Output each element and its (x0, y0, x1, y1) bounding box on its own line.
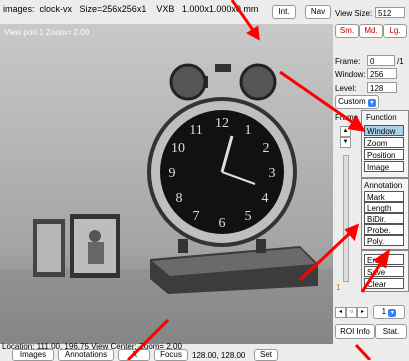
size-large-button[interactable]: Lg. (383, 24, 407, 38)
function-header: Function (366, 113, 397, 122)
svg-text:3: 3 (269, 166, 276, 181)
annotation-probe-button[interactable]: Probe. (364, 224, 404, 235)
arrow-down-icon: ▼ (342, 139, 349, 145)
clear-button[interactable]: Clear (364, 278, 404, 289)
control-panel: View Size: 512 Sm. Md. Lg. Frame: 0 /1 W… (333, 0, 409, 360)
svg-text:9: 9 (169, 166, 176, 181)
annotation-header: Annotation (364, 181, 403, 190)
svg-text:1: 1 (245, 123, 252, 138)
function-position-button[interactable]: Position (364, 149, 404, 160)
set-button[interactable]: Set (254, 349, 278, 361)
annotation-length-button[interactable]: Length (364, 202, 404, 213)
frame-slider[interactable] (343, 155, 349, 282)
top-toolbar: images: clock-vx Size=256x256x1 VXB 1.00… (0, 0, 333, 24)
function-image-button[interactable]: Image (364, 161, 404, 172)
frame-label: Frame: (335, 57, 361, 66)
frame-down-button[interactable]: ▼ (340, 137, 351, 148)
annotation-mark-button[interactable]: Mark (364, 191, 404, 202)
window-label: Window: (335, 70, 366, 79)
center-value: 128.00, 128.00 (192, 351, 246, 360)
erase-button[interactable]: Erase (364, 254, 404, 265)
svg-text:10: 10 (171, 141, 185, 156)
stat-button[interactable]: Stat. (375, 324, 407, 339)
a-button[interactable]: A (118, 349, 150, 361)
size-small-button[interactable]: Sm. (335, 24, 359, 38)
chevron-down-icon: ▾ (367, 99, 376, 107)
preset-select[interactable]: Custom ▾ (335, 95, 379, 109)
svg-text:5: 5 (245, 209, 252, 224)
level-input[interactable]: 128 (367, 82, 397, 93)
frame-up-button[interactable]: ▲ (340, 126, 351, 137)
image-viewport[interactable]: 12 1 2 3 4 5 6 7 8 9 10 11 View port 1 Z… (0, 24, 333, 344)
save-button[interactable]: Save (364, 266, 404, 277)
svg-text:11: 11 (189, 123, 202, 138)
function-zoom-button[interactable]: Zoom (364, 137, 404, 148)
svg-text:6: 6 (219, 216, 226, 231)
frame-total: /1 (397, 57, 404, 66)
slider-value: 1 (336, 283, 341, 292)
int-button[interactable]: Int. (272, 5, 296, 19)
window-input[interactable]: 256 (367, 68, 397, 79)
frame-header: Frame (335, 113, 359, 122)
chevron-down-icon: ▾ (388, 309, 397, 317)
viewport-select[interactable]: 1 ▾ (373, 305, 405, 319)
arrow-left-icon: ◂ (338, 309, 342, 315)
svg-text:4: 4 (262, 191, 269, 206)
annotation-panel: Annotation Mark Length BiDir. Probe. Pol… (361, 178, 409, 250)
circle-icon: ○ (349, 309, 354, 315)
nav-left-button[interactable]: ◂ (335, 307, 346, 318)
nav-center-button[interactable]: ○ (346, 307, 357, 318)
viewport-select-value: 1 (381, 307, 387, 316)
view-size-input[interactable]: 512 (375, 7, 405, 18)
svg-text:2: 2 (263, 141, 270, 156)
function-window-button[interactable]: Window (364, 125, 404, 136)
clock-photo: 12 1 2 3 4 5 6 7 8 9 10 11 (0, 24, 333, 344)
nav-button[interactable]: Nav (305, 5, 331, 19)
bottom-toolbar: Images Annotations A Focus 128.00, 128.0… (0, 349, 333, 361)
action-panel: Erase Save Clear (361, 250, 409, 292)
annotation-poly-button[interactable]: Poly. (364, 235, 404, 246)
level-label: Level: (335, 84, 357, 93)
arrow-right-icon: ▸ (360, 309, 364, 315)
frame-input[interactable]: 0 (367, 55, 395, 66)
function-panel: Function Window Zoom Position Image (361, 110, 409, 178)
arrow-up-icon: ▲ (342, 128, 349, 134)
images-button[interactable]: Images (12, 349, 54, 361)
svg-text:7: 7 (193, 209, 200, 224)
viewport-label: View port 1 Zoom= 2.00 (4, 28, 90, 37)
view-size-label: View Size: (335, 9, 373, 18)
image-info: images: clock-vx Size=256x256x1 VXB 1.00… (3, 4, 259, 14)
annotation-bidir-button[interactable]: BiDir. (364, 213, 404, 224)
roi-info-button[interactable]: ROI Info (335, 324, 375, 339)
nav-right-button[interactable]: ▸ (357, 307, 368, 318)
annotations-button[interactable]: Annotations (58, 349, 114, 361)
svg-text:12: 12 (215, 116, 229, 131)
focus-button[interactable]: Focus (154, 349, 188, 361)
svg-text:8: 8 (176, 191, 183, 206)
preset-value: Custom (338, 97, 366, 106)
size-medium-button[interactable]: Md. (359, 24, 383, 38)
